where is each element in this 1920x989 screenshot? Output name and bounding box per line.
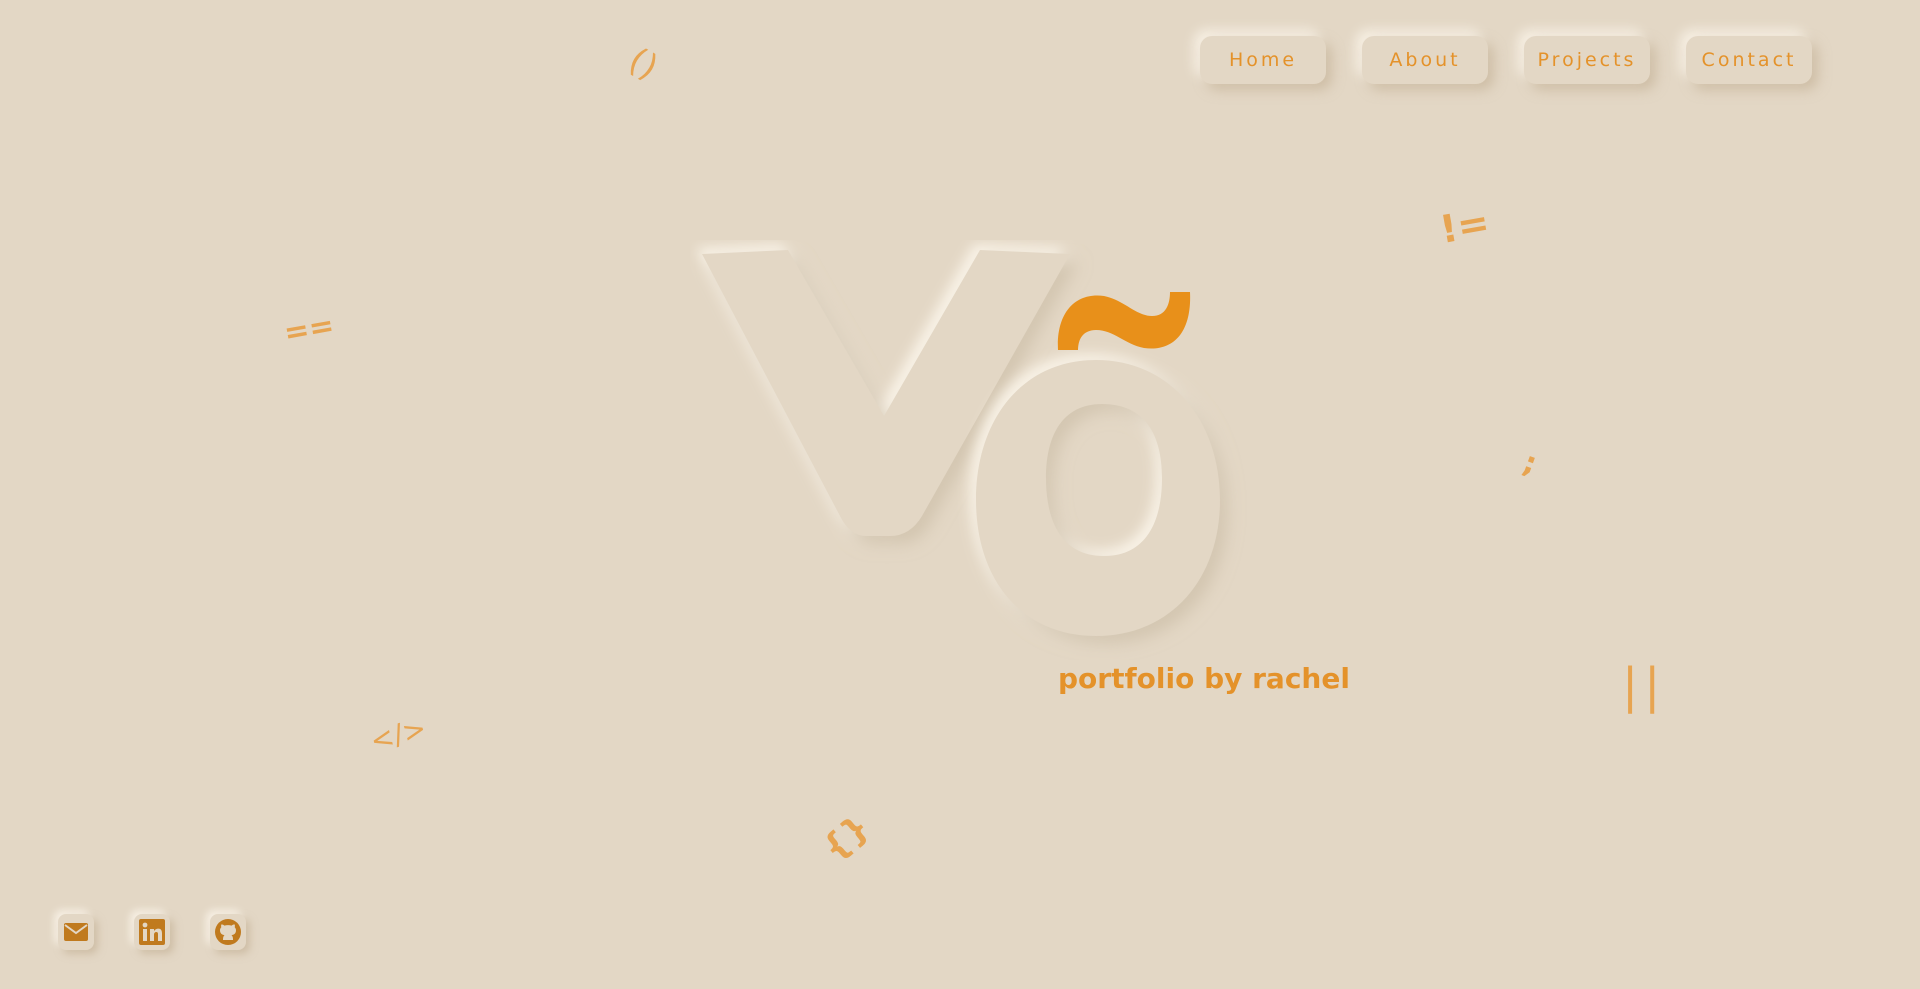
hero-logo [690,240,1250,660]
nav-projects-button[interactable]: Projects [1524,36,1650,84]
page: Home About Projects Contact () != == ; <… [0,0,1920,989]
logo-mark [702,250,1220,636]
nav-contact-button[interactable]: Contact [1686,36,1812,84]
decor-or-symbol: || [1622,658,1667,714]
decor-tag-symbol: </> [366,711,430,758]
linkedin-icon [139,919,165,945]
decor-equals-symbol: == [281,307,337,352]
email-icon [64,923,88,941]
decor-not-equal-symbol: != [1436,200,1493,252]
decor-semicolon-symbol: ; [1518,445,1542,482]
github-button[interactable] [210,914,246,950]
decor-parens-symbol: () [621,40,665,88]
nav-home-button[interactable]: Home [1200,36,1326,84]
linkedin-button[interactable] [134,914,170,950]
decor-braces-symbol: {} [814,807,878,869]
hero-tagline: portfolio by rachel [1058,662,1350,695]
social-links [58,914,246,950]
github-icon [215,919,241,945]
main-nav: Home About Projects Contact [1200,36,1812,84]
email-button[interactable] [58,914,94,950]
nav-about-button[interactable]: About [1362,36,1488,84]
